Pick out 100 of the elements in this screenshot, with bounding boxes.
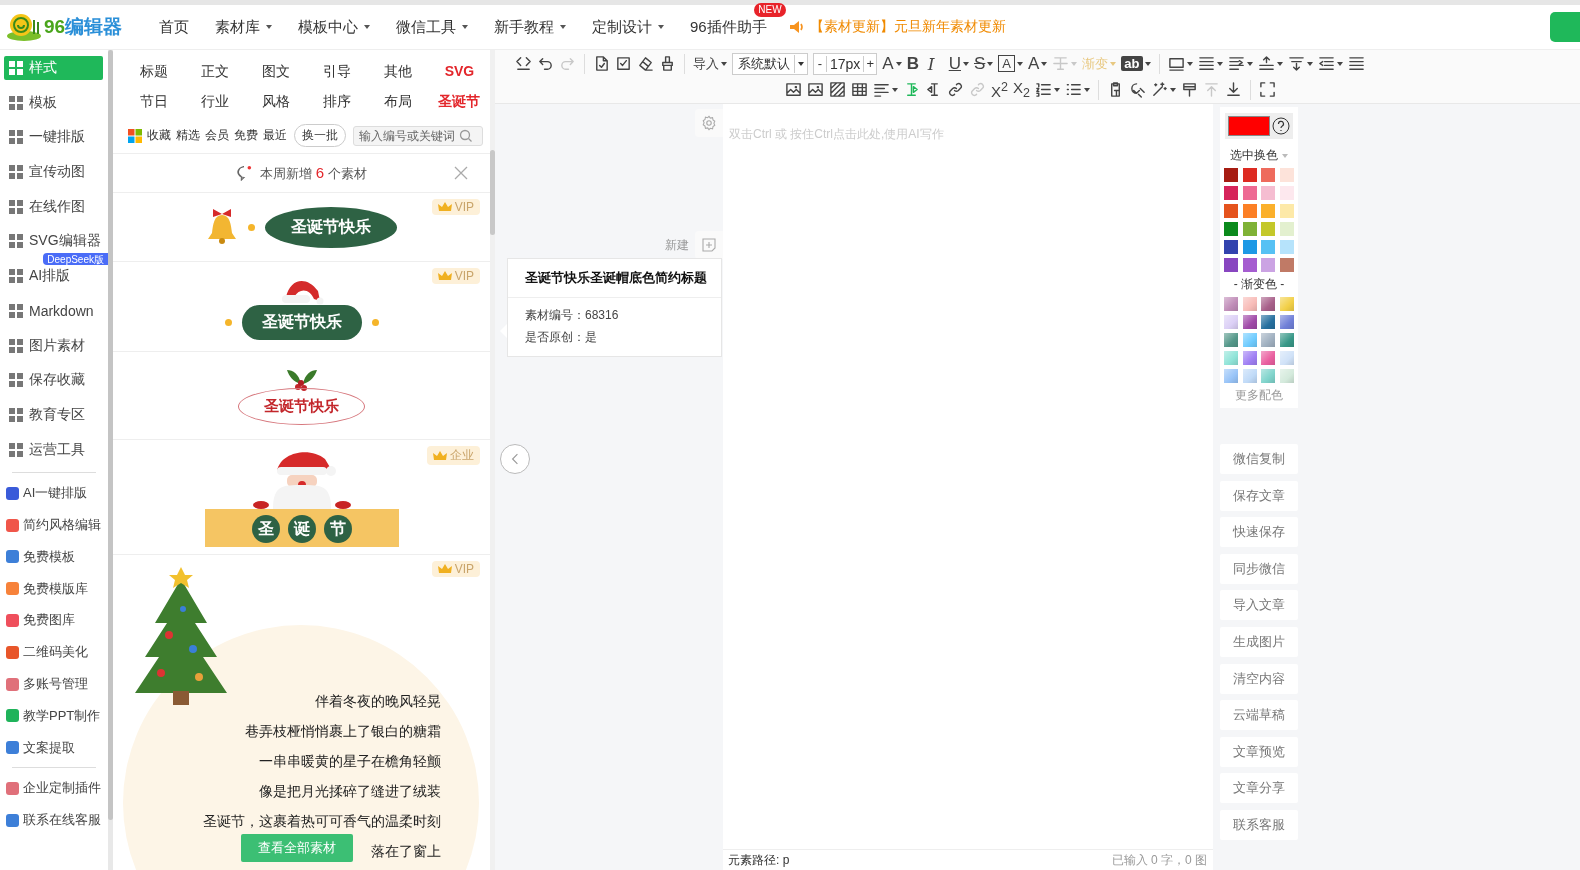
color-swatch[interactable] [1242,186,1257,200]
sidebar-link[interactable]: 二维码美化 [0,640,108,665]
nav-link[interactable]: 首页 [146,17,202,37]
sidebar-item[interactable]: 图片素材 [4,333,103,358]
sidebar-item[interactable]: 宣传动图 [4,160,103,185]
sidebar-link[interactable]: AI一键排版 [0,481,108,506]
color-swatch[interactable] [1242,222,1257,236]
action-button[interactable]: 快速保存 [1220,517,1298,548]
color-mode-dropdown[interactable]: 选中换色 [1230,147,1288,164]
gradient-swatch[interactable] [1242,297,1257,311]
gradient-swatch[interactable] [1261,351,1276,365]
nav-link[interactable]: 模板中心 [285,17,383,37]
color-swatch[interactable] [1224,204,1239,218]
gradient-swatch[interactable] [1279,351,1294,365]
format-button[interactable]: I [927,52,944,75]
gradient-swatch[interactable] [1261,315,1276,329]
category-tab[interactable]: 布局 [367,86,429,116]
color-swatch[interactable] [1242,240,1257,254]
nav-link[interactable]: 定制设计 [579,17,677,37]
sidebar-item[interactable]: Markdown [4,298,103,323]
category-tab[interactable]: 图文 [245,56,307,86]
sidebar-item[interactable]: 教育专区 [4,402,103,427]
sidebar-link[interactable]: 免费模板 [0,544,108,569]
color-swatch[interactable] [1242,204,1257,218]
filter-link[interactable]: 收藏 [147,127,171,144]
color-swatch[interactable] [1261,204,1276,218]
gradient-swatch[interactable] [1224,369,1239,383]
search-field[interactable]: 输入编号或关键词 [353,125,483,146]
format-button[interactable]: A [1028,52,1048,75]
action-button[interactable]: 保存文章 [1220,480,1298,511]
gradient-swatch[interactable] [1224,351,1239,365]
format-button[interactable]: B [906,52,923,75]
gradient-swatch[interactable] [1261,297,1276,311]
gradient-swatch[interactable] [1224,333,1239,347]
category-tab[interactable]: 风格 [245,86,307,116]
color-swatch[interactable] [1261,258,1276,272]
action-button[interactable]: 导入文章 [1220,590,1298,621]
sidebar-link[interactable]: 文案提取 [0,735,108,760]
action-button[interactable]: 文章预览 [1220,736,1298,767]
sidebar-link[interactable]: 免费模版库 [0,576,108,601]
action-button[interactable]: 同步微信 [1220,553,1298,584]
current-color-swatch[interactable] [1228,116,1270,136]
sidebar-link[interactable]: 免费图库 [0,608,108,633]
sidebar-item[interactable]: 在线作图 [4,194,103,219]
decrease-button[interactable]: - [814,56,826,71]
sidebar-link[interactable]: 联系在线客服 [0,808,108,833]
filter-link[interactable]: 精选 [176,127,200,144]
format-button[interactable]: ab [1121,52,1151,75]
color-swatch[interactable] [1261,240,1276,254]
action-button[interactable]: 云端草稿 [1220,700,1298,731]
color-swatch[interactable] [1224,168,1239,182]
increase-button[interactable]: + [864,56,877,71]
action-button[interactable]: 联系客服 [1220,809,1298,840]
color-swatch[interactable] [1224,222,1239,236]
category-tab[interactable]: 正文 [184,56,246,86]
close-icon[interactable] [454,166,468,180]
action-button[interactable]: 清空内容 [1220,663,1298,694]
sidebar-link[interactable]: 企业定制插件 [0,776,108,801]
sidebar-item[interactable]: 保存收藏 [4,368,103,393]
filter-link[interactable]: 免费 [234,127,258,144]
material-card[interactable]: 企业 圣 诞 节 [113,440,490,555]
nav-link[interactable]: 素材库 [202,17,285,37]
font-size-field[interactable]: 17px [826,55,865,72]
sidebar-link[interactable]: 多账号管理 [0,672,108,697]
filter-link[interactable]: 会员 [205,127,229,144]
format-button[interactable]: U [948,52,969,75]
color-swatch[interactable] [1279,240,1294,254]
gradient-swatch[interactable] [1279,315,1294,329]
sidebar-link[interactable]: 简约风格编辑 [0,513,108,538]
sidebar-item[interactable]: AI排版 [4,264,103,289]
category-tab[interactable]: 圣诞节 [428,86,490,116]
color-swatch[interactable] [1224,186,1239,200]
sidebar-item[interactable]: 运营工具 [4,437,103,462]
gradient-swatch[interactable] [1242,315,1257,329]
color-swatch[interactable] [1224,258,1239,272]
gradient-swatch[interactable] [1261,369,1276,383]
help-icon[interactable] [1272,117,1290,135]
category-tab[interactable]: 其他 [367,56,429,86]
sidebar-link[interactable]: 教学PPT制作 [0,703,108,728]
filter-link[interactable]: 最近 [263,127,287,144]
color-swatch[interactable] [1279,258,1294,272]
color-swatch[interactable] [1242,258,1257,272]
category-tab[interactable]: 引导 [306,56,368,86]
sidebar-item[interactable]: 模板 [4,90,103,115]
color-swatch[interactable] [1261,168,1276,182]
sidebar-item[interactable]: SVG编辑器 [4,229,103,254]
color-swatch[interactable] [1242,168,1257,182]
gradient-swatch[interactable] [1279,297,1294,311]
material-card[interactable]: VIP 圣诞节快乐 [113,262,490,352]
nav-link[interactable]: 96插件助手 [677,17,780,37]
action-button[interactable]: 文章分享 [1220,773,1298,804]
toolbar-menu[interactable]: 导入 [693,52,727,75]
category-tab[interactable]: SVG [428,56,490,86]
gradient-swatch[interactable] [1242,333,1257,347]
color-swatch[interactable] [1261,186,1276,200]
gradient-swatch[interactable] [1224,297,1239,311]
material-card[interactable]: VIP 圣诞节快乐 [113,193,490,262]
color-swatch[interactable] [1279,222,1294,236]
action-button[interactable]: 微信复制 [1220,444,1298,474]
gradient-swatch[interactable] [1261,333,1276,347]
